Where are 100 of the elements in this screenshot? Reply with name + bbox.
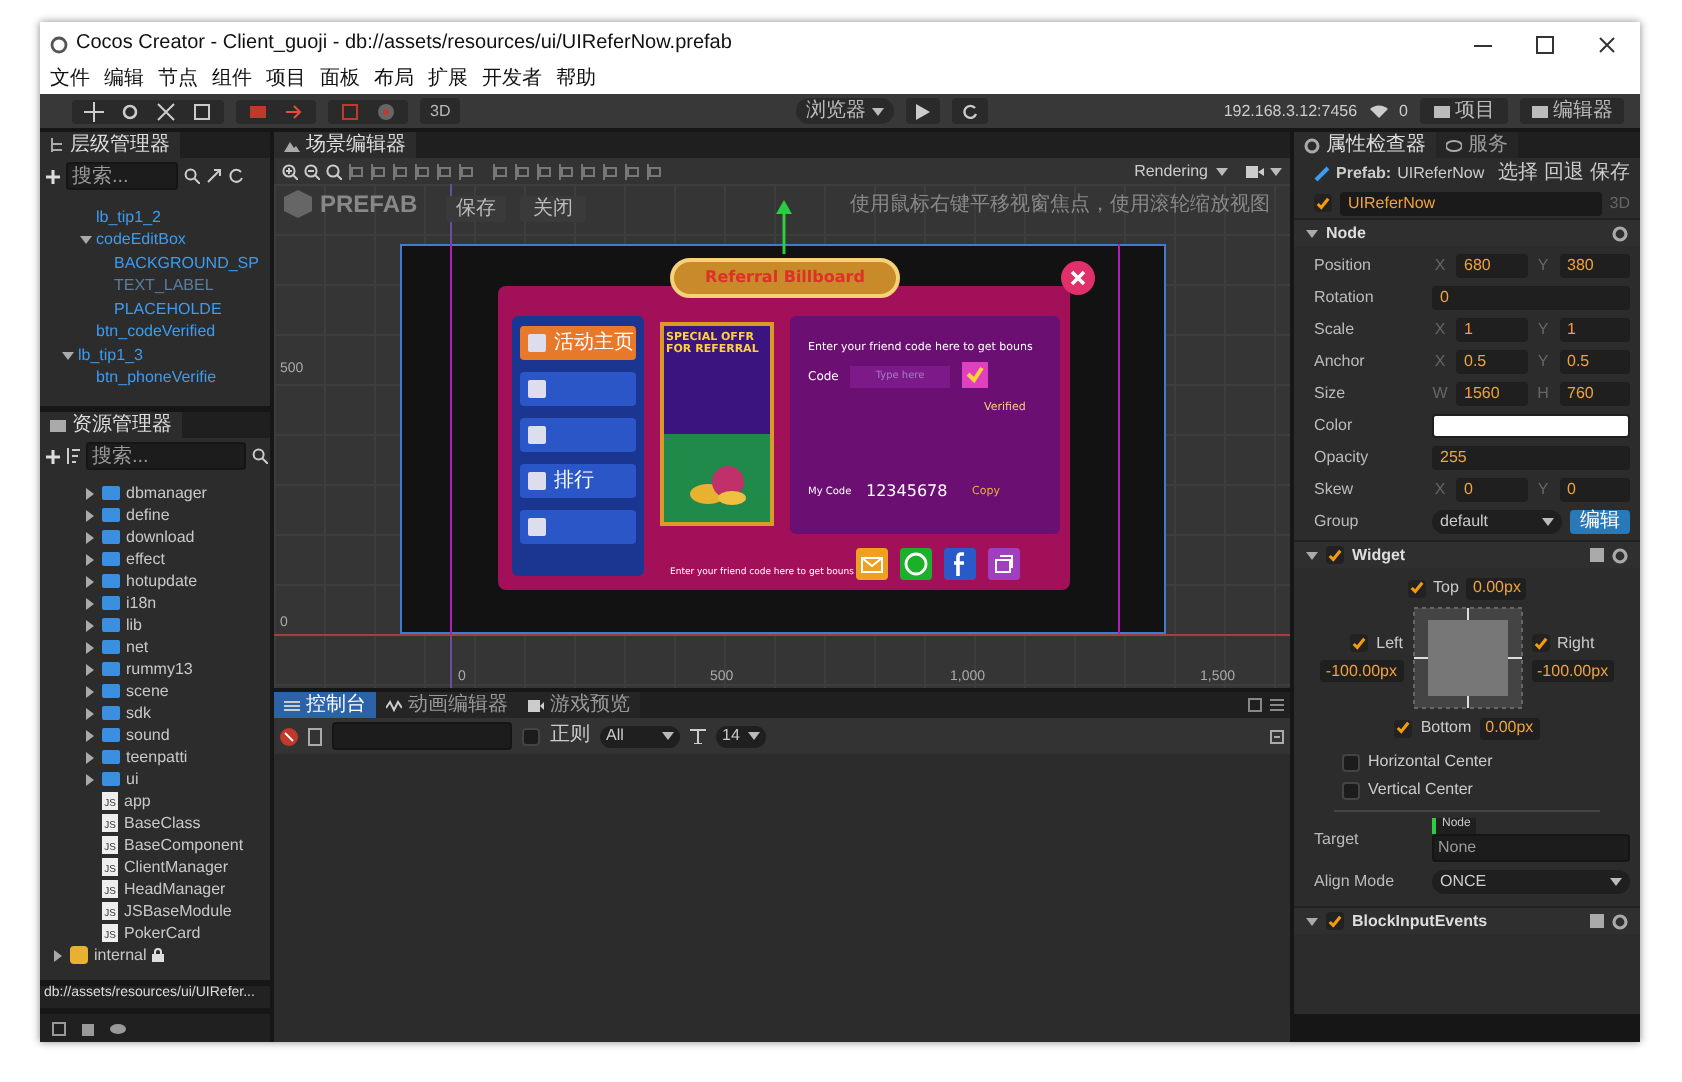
triangle-icon[interactable] [80, 234, 92, 247]
menu-item[interactable]: 编辑 [104, 68, 144, 92]
font-size-dropdown[interactable]: 14 [716, 725, 766, 747]
tree-item[interactable]: codeEditBox [96, 230, 186, 251]
project-button[interactable]: 项目 [1420, 98, 1508, 124]
triangle-icon[interactable] [84, 487, 96, 499]
asset-item[interactable]: scene [126, 681, 169, 701]
color-swatch[interactable] [1432, 413, 1630, 437]
checkbox[interactable] [1394, 719, 1413, 737]
panel-tab[interactable]: 属性检查器 [1294, 132, 1436, 158]
panel-tab[interactable]: 层级管理器 [40, 132, 180, 158]
rect-tool-icon[interactable] [192, 101, 212, 121]
asset-item[interactable]: JSBaseModule [124, 901, 232, 921]
menu-item[interactable]: 帮助 [556, 68, 596, 92]
triangle-icon[interactable] [84, 619, 96, 631]
menu-item[interactable]: 扩展 [428, 68, 468, 92]
expand-icon[interactable] [206, 168, 222, 184]
triangle-icon[interactable] [84, 597, 96, 609]
menu-item[interactable]: 文件 [50, 68, 90, 92]
tree-item[interactable]: btn_codeVerified [96, 322, 216, 343]
menu-item[interactable]: 项目 [266, 68, 306, 92]
plus-icon[interactable] [46, 449, 60, 463]
target-field[interactable]: None [1432, 833, 1630, 862]
filter-field[interactable] [332, 722, 512, 750]
align-icon[interactable] [646, 163, 662, 179]
menu-item[interactable]: 布局 [374, 68, 414, 92]
menu-item[interactable]: 面板 [320, 68, 360, 92]
align-icon[interactable] [370, 163, 386, 179]
number-field[interactable]: 0 [1456, 477, 1527, 501]
asset-item[interactable]: app [124, 791, 151, 811]
search-icon[interactable] [252, 448, 268, 464]
triangle-icon[interactable] [84, 509, 96, 521]
align-icon[interactable] [580, 163, 596, 179]
asset-item[interactable]: sound [126, 725, 170, 745]
refresh-icon[interactable] [228, 168, 244, 184]
asset-item[interactable]: PokerCard [124, 923, 201, 943]
triangle-icon[interactable] [84, 641, 96, 653]
panel-tab[interactable]: 资源管理器 [40, 412, 182, 438]
collapse-icon[interactable] [1270, 729, 1284, 743]
triangle-icon[interactable] [62, 349, 74, 362]
tree-item[interactable]: PLACEHOLDE [114, 299, 222, 320]
offset-field[interactable]: 0.00px [1466, 577, 1527, 599]
checkbox[interactable] [522, 727, 540, 745]
triangle-icon[interactable] [1306, 227, 1318, 239]
triangle-icon[interactable] [52, 949, 64, 961]
offset-field[interactable]: -100.00px [1531, 660, 1615, 683]
align-icon[interactable] [436, 163, 452, 179]
refresh-button[interactable] [952, 98, 989, 124]
triangle-icon[interactable] [84, 531, 96, 543]
search-field[interactable]: 搜索... [66, 162, 178, 190]
save-button[interactable]: 保存 [446, 196, 506, 222]
number-field[interactable]: 0.5 [1456, 349, 1527, 373]
panel-tab[interactable]: 动画编辑器 [376, 692, 518, 718]
editor-button[interactable]: 编辑器 [1520, 98, 1624, 124]
triangle-icon[interactable] [84, 751, 96, 763]
offset-field[interactable]: 0.00px [1479, 717, 1540, 739]
checkbox[interactable] [1314, 194, 1332, 212]
zoom-fit-icon[interactable] [326, 163, 342, 179]
asset-item[interactable]: hotupdate [126, 571, 198, 591]
menu-item[interactable]: 组件 [212, 68, 252, 92]
offset-field[interactable]: -100.00px [1319, 660, 1403, 683]
maximize-icon[interactable] [1536, 35, 1554, 53]
triangle-icon[interactable] [84, 663, 96, 675]
align-icon[interactable] [392, 163, 408, 179]
triangle-icon[interactable] [1306, 915, 1318, 927]
align-icon[interactable] [414, 163, 430, 179]
asset-item[interactable]: ClientManager [124, 857, 229, 877]
plus-icon[interactable] [46, 169, 60, 183]
menu-item[interactable]: 节点 [158, 68, 198, 92]
menu-item[interactable]: 开发者 [482, 68, 542, 92]
triangle-icon[interactable] [1306, 549, 1318, 561]
align-icon[interactable] [558, 163, 574, 179]
align-icon[interactable] [514, 163, 530, 179]
prefab-action-link[interactable]: 选择 [1498, 161, 1538, 185]
arrow-right-icon[interactable] [284, 101, 304, 121]
asset-item[interactable]: BaseClass [124, 813, 201, 833]
asset-item[interactable]: BaseComponent [124, 835, 244, 855]
close-button[interactable]: 关闭 [520, 196, 586, 222]
clear-icon[interactable] [280, 727, 298, 745]
group-dropdown[interactable]: default [1432, 509, 1562, 533]
panel-tab[interactable]: 游戏预览 [518, 692, 640, 718]
align-icon[interactable] [348, 163, 364, 179]
asset-item[interactable]: lib [126, 615, 143, 635]
triangle-icon[interactable] [84, 575, 96, 587]
tree-item[interactable]: lb_tip1_3 [78, 345, 143, 366]
triangle-icon[interactable] [84, 707, 96, 719]
number-field[interactable]: 1 [1559, 317, 1630, 341]
asset-item[interactable]: effect [126, 549, 165, 569]
level-dropdown[interactable]: All [600, 725, 680, 747]
platform-dropdown[interactable]: 浏览器 [796, 98, 895, 124]
panel-tab[interactable]: 服务 [1436, 132, 1518, 158]
caret-icon[interactable] [1270, 167, 1282, 175]
triangle-icon[interactable] [84, 553, 96, 565]
triangle-icon[interactable] [84, 685, 96, 697]
checkbox[interactable] [1342, 781, 1360, 799]
menu-icon[interactable] [1270, 698, 1284, 712]
asset-item[interactable]: teenpatti [126, 747, 188, 767]
prefab-action-link[interactable]: 回退 [1544, 161, 1584, 185]
align-icon[interactable] [536, 163, 552, 179]
checkbox[interactable] [1531, 634, 1549, 652]
